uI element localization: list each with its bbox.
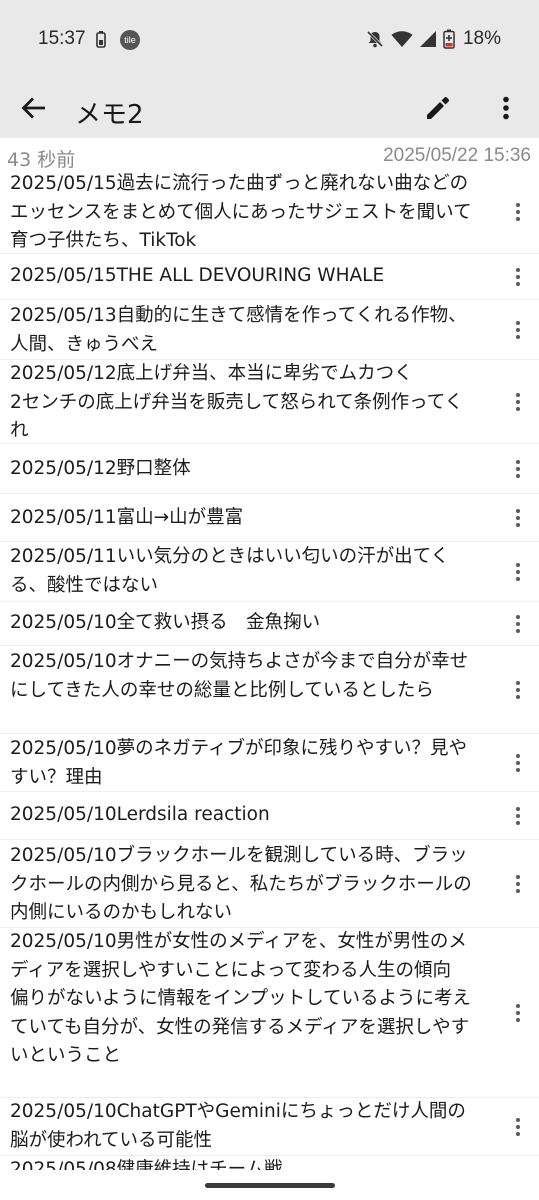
pencil-icon — [427, 96, 450, 119]
more-vert-icon — [516, 202, 520, 221]
gesture-nav-handle[interactable] — [205, 1183, 335, 1188]
more-vert-icon — [516, 562, 520, 581]
more-vert-icon — [503, 96, 509, 120]
battery-saver-icon — [96, 31, 106, 48]
item-menu-button[interactable] — [501, 1110, 535, 1144]
memo-meta-row: 43 秒前 2025/05/22 15:36 — [0, 142, 539, 171]
list-item[interactable]: 2025/05/10全て救い摂る 金魚掬い — [0, 602, 539, 646]
created-date: 2025/05/22 15:36 — [383, 145, 531, 166]
item-menu-button[interactable] — [501, 385, 535, 419]
item-menu-button[interactable] — [501, 555, 535, 589]
list-item[interactable]: 2025/05/13自動的に生きて感情を作ってくれる作物、人間、きゅうべえ — [0, 300, 539, 360]
list-item[interactable]: 2025/05/10夢のネガティブが印象に残りやすい？見やすい？理由 — [0, 734, 539, 792]
item-menu-button[interactable] — [501, 195, 535, 229]
memo-text: 2025/05/15過去に流行った曲ずっと廃れない曲などのエッセンスをまとめて個… — [10, 173, 472, 251]
status-right-icons: 18% — [365, 28, 501, 50]
list-item[interactable]: 2025/05/11いい気分のときはいい匂いの汗が出てくる、酸性ではない — [0, 542, 539, 602]
list-item[interactable]: 2025/05/11富山→山が豊富 — [0, 494, 539, 542]
list-item[interactable]: 2025/05/15過去に流行った曲ずっと廃れない曲などのエッセンスをまとめて個… — [0, 170, 539, 254]
battery-percentage: 18% — [462, 28, 501, 49]
memo-list[interactable]: 2025/05/15過去に流行った曲ずっと廃れない曲などのエッセンスをまとめて個… — [0, 170, 539, 1170]
app-bar: メモ2 — [0, 80, 539, 138]
item-menu-button[interactable] — [501, 996, 535, 1030]
item-menu-button[interactable] — [501, 607, 535, 641]
item-menu-button[interactable] — [501, 673, 535, 707]
battery-icon — [443, 29, 455, 49]
memo-text: 2025/05/10ブラックホールを観測している時、ブラックホールの内側から見る… — [10, 845, 472, 923]
item-menu-button[interactable] — [501, 501, 535, 535]
arrow-left-icon — [21, 97, 45, 119]
memo-text: 2025/05/10夢のネガティブが印象に残りやすい？見やすい？理由 — [10, 738, 468, 788]
memo-text: 2025/05/15THE ALL DEVOURING WHALE — [10, 265, 385, 286]
cell-signal-icon — [419, 31, 436, 47]
list-item[interactable]: 2025/05/10Lerdsila reaction — [0, 792, 539, 840]
list-item[interactable]: 2025/05/08健康維持はチーム戦 — [0, 1156, 539, 1170]
memo-text: 2025/05/08健康維持はチーム戦 — [10, 1159, 283, 1170]
item-menu-button[interactable] — [501, 452, 535, 486]
list-item[interactable]: 2025/05/10ブラックホールを観測している時、ブラックホールの内側から見る… — [0, 840, 539, 928]
edit-button[interactable] — [418, 88, 458, 128]
memo-text: 2025/05/10ChatGPTやGeminiにちょっとだけ人間の脳が使われて… — [10, 1101, 466, 1151]
more-vert-icon — [516, 874, 520, 893]
more-vert-icon — [516, 614, 520, 633]
more-vert-icon — [516, 508, 520, 527]
status-bar: 15:37 tile 18% — [0, 0, 539, 80]
memo-text: 2025/05/12底上げ弁当、本当に卑劣でムカつく 2センチの底上げ弁当を販売… — [10, 363, 464, 441]
item-menu-button[interactable] — [501, 799, 535, 833]
updated-time: 43 秒前 — [7, 149, 76, 171]
memo-text: 2025/05/11富山→山が豊富 — [10, 507, 244, 528]
tile-app-icon: tile — [120, 30, 140, 50]
memo-text: 2025/05/13自動的に生きて感情を作ってくれる作物、人間、きゅうべえ — [10, 305, 467, 355]
list-item[interactable]: 2025/05/15THE ALL DEVOURING WHALE — [0, 254, 539, 300]
memo-text: 2025/05/10男性が女性のメディアを、女性が男性のメディアを選択しやすいこ… — [10, 931, 472, 1066]
more-vert-icon — [516, 753, 520, 772]
list-item[interactable]: 2025/05/12底上げ弁当、本当に卑劣でムカつく 2センチの底上げ弁当を販売… — [0, 360, 539, 444]
more-vert-icon — [516, 267, 520, 286]
item-menu-button[interactable] — [501, 260, 535, 294]
more-vert-icon — [516, 1003, 520, 1022]
more-vert-icon — [516, 1117, 520, 1136]
memo-text: 2025/05/10Lerdsila reaction — [10, 804, 270, 825]
more-vert-icon — [516, 680, 520, 699]
item-menu-button[interactable] — [501, 867, 535, 901]
memo-text: 2025/05/10オナニーの気持ちよさが今まで自分が幸せにしてきた人の幸せの総… — [10, 651, 469, 701]
wifi-icon — [391, 31, 413, 47]
more-vert-icon — [516, 392, 520, 411]
memo-text: 2025/05/10全て救い摂る 金魚掬い — [10, 612, 321, 633]
mute-icon — [366, 30, 384, 48]
back-button[interactable] — [14, 88, 54, 128]
item-menu-button[interactable] — [501, 313, 535, 347]
page-title: メモ2 — [75, 100, 144, 130]
status-time: 15:37 — [38, 28, 86, 49]
more-vert-icon — [516, 806, 520, 825]
more-options-button[interactable] — [486, 88, 526, 128]
item-menu-button[interactable] — [501, 746, 535, 780]
list-item[interactable]: 2025/05/10男性が女性のメディアを、女性が男性のメディアを選択しやすいこ… — [0, 928, 539, 1098]
memo-text: 2025/05/12野口整体 — [10, 458, 191, 479]
more-vert-icon — [516, 459, 520, 478]
list-item[interactable]: 2025/05/12野口整体 — [0, 444, 539, 494]
more-vert-icon — [516, 320, 520, 339]
list-item[interactable]: 2025/05/10オナニーの気持ちよさが今まで自分が幸せにしてきた人の幸せの総… — [0, 646, 539, 734]
list-item[interactable]: 2025/05/10ChatGPTやGeminiにちょっとだけ人間の脳が使われて… — [0, 1098, 539, 1156]
memo-text: 2025/05/11いい気分のときはいい匂いの汗が出てくる、酸性ではない — [10, 546, 450, 596]
